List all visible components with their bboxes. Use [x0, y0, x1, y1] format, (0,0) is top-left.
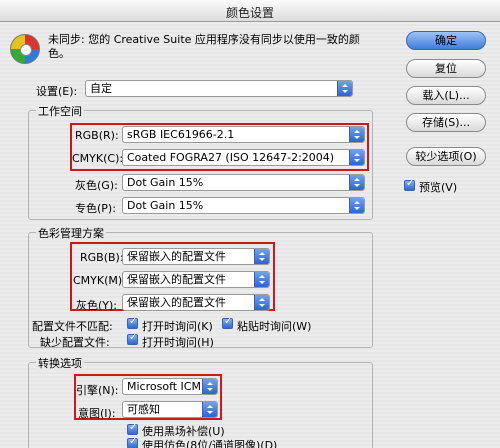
- dither-label: 使用仿色(8位/通道图像)(D): [142, 439, 278, 448]
- ok-button[interactable]: 确定: [406, 31, 486, 50]
- gray-space-select[interactable]: Dot Gain 15%: [122, 174, 365, 191]
- intent-value: 可感知: [127, 403, 160, 416]
- chevron-updown-icon: [202, 379, 217, 394]
- chevron-updown-icon: [254, 249, 269, 264]
- chevron-updown-icon: [349, 198, 364, 213]
- intent-select[interactable]: 可感知: [122, 401, 218, 418]
- engine-label: 引擎(N):: [76, 384, 119, 397]
- ask-open-missing-label: 打开时询问(H): [142, 336, 214, 349]
- ask-paste-label: 粘贴时询问(W): [237, 320, 312, 333]
- ask-open-checkbox[interactable]: [127, 316, 138, 329]
- working-spaces-title: 工作空间: [36, 103, 84, 119]
- gray-space-label: 灰色(G):: [75, 179, 118, 192]
- mismatch-label: 配置文件不匹配:: [32, 320, 113, 333]
- chevron-updown-icon: [349, 150, 364, 165]
- cmyk-space-label: CMYK(C):: [72, 152, 124, 165]
- cmyk-space-select[interactable]: Coated FOGRA27 (ISO 12647-2:2004): [122, 149, 365, 166]
- engine-select[interactable]: Microsoft ICM: [122, 378, 218, 395]
- cmyk-space-value: Coated FOGRA27 (ISO 12647-2:2004): [127, 151, 335, 164]
- rgb-space-value: sRGB IEC61966-2.1: [127, 128, 235, 141]
- intent-label: 意图(I):: [78, 407, 116, 420]
- chevron-updown-icon: [202, 402, 217, 417]
- gray-space-value: Dot Gain 15%: [127, 176, 204, 189]
- spot-space-select[interactable]: Dot Gain 15%: [122, 197, 365, 214]
- rgb-policy-value: 保留嵌入的配置文件: [127, 250, 226, 263]
- chevron-updown-icon: [254, 272, 269, 287]
- chevron-updown-icon: [337, 81, 352, 96]
- ask-open-missing-checkbox[interactable]: [127, 332, 138, 345]
- gray-policy-value: 保留嵌入的配置文件: [127, 296, 226, 309]
- rgb-space-select[interactable]: sRGB IEC61966-2.1: [122, 126, 365, 143]
- dither-checkbox[interactable]: [127, 436, 138, 448]
- title-bar: 颜色设置: [0, 0, 500, 22]
- conversion-title: 转换选项: [36, 355, 84, 371]
- load-button[interactable]: 载入(L)...: [406, 86, 486, 105]
- rgb-space-label: RGB(R):: [75, 129, 119, 142]
- chevron-updown-icon: [349, 175, 364, 190]
- rgb-policy-label: RGB(B):: [80, 251, 124, 264]
- cmyk-policy-value: 保留嵌入的配置文件: [127, 273, 226, 286]
- gray-policy-label: 灰色(Y):: [76, 299, 118, 312]
- sync-message: 未同步: 您的 Creative Suite 应用程序没有同步以使用一致的颜色。: [48, 33, 360, 60]
- color-sync-icon: [10, 34, 40, 64]
- rgb-policy-select[interactable]: 保留嵌入的配置文件: [122, 248, 270, 265]
- ask-open-label: 打开时询问(K): [142, 320, 213, 333]
- gray-policy-select[interactable]: 保留嵌入的配置文件: [122, 294, 270, 311]
- reset-button[interactable]: 复位: [406, 59, 486, 78]
- preview-checkbox[interactable]: [404, 178, 415, 191]
- chevron-updown-icon: [254, 295, 269, 310]
- spot-space-value: Dot Gain 15%: [127, 199, 204, 212]
- ask-paste-checkbox[interactable]: [222, 316, 233, 329]
- settings-label: 设置(E):: [36, 85, 78, 98]
- bpc-checkbox[interactable]: [127, 422, 138, 435]
- chevron-updown-icon: [349, 127, 364, 142]
- missing-profile-label: 缺少配置文件:: [40, 336, 110, 349]
- spot-space-label: 专色(P):: [75, 202, 116, 215]
- settings-value: 自定: [90, 82, 112, 95]
- settings-select[interactable]: 自定: [85, 80, 353, 97]
- engine-value: Microsoft ICM: [127, 380, 201, 393]
- cmyk-policy-select[interactable]: 保留嵌入的配置文件: [122, 271, 270, 288]
- cmyk-policy-label: CMYK(M):: [73, 274, 126, 287]
- window-title: 颜色设置: [225, 6, 274, 20]
- fewer-options-button[interactable]: 较少选项(O): [406, 147, 486, 166]
- policies-title: 色彩管理方案: [36, 225, 106, 241]
- preview-label: 预览(V): [419, 181, 458, 194]
- save-button[interactable]: 存储(S)...: [406, 113, 486, 132]
